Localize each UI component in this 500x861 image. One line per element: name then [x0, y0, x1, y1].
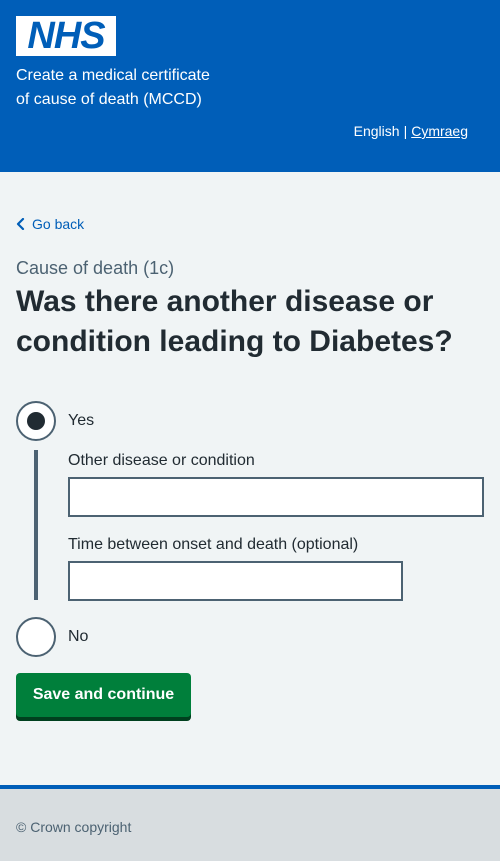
- radio-no-label[interactable]: No: [68, 625, 88, 649]
- save-and-continue-button[interactable]: Save and continue: [16, 673, 191, 717]
- nhs-logo[interactable]: NHS: [16, 16, 116, 56]
- radio-no-input[interactable]: [16, 617, 56, 657]
- language-separator: |: [403, 123, 408, 139]
- radio-no[interactable]: No: [16, 617, 88, 657]
- language-link-cymraeg[interactable]: Cymraeg: [411, 123, 468, 139]
- other-disease-label: Other disease or condition: [68, 452, 255, 469]
- back-link-label: Go back: [32, 216, 85, 232]
- other-disease-input[interactable]: [68, 477, 484, 517]
- site-header: NHS Create a medical certificate of caus…: [0, 0, 500, 172]
- page-caption: Cause of death (1c): [16, 258, 175, 278]
- back-link[interactable]: Go back: [16, 214, 84, 234]
- radio-yes-input[interactable]: [16, 401, 56, 441]
- radio-yes-label[interactable]: Yes: [68, 409, 94, 433]
- page: NHS Create a medical certificate of caus…: [0, 0, 500, 861]
- service-name-line-1: Create a medical certificate: [16, 67, 210, 84]
- radio-yes[interactable]: Yes: [16, 401, 94, 441]
- time-onset-input[interactable]: [68, 561, 403, 601]
- time-onset-label: Time between onset and death (optional): [68, 536, 359, 553]
- language-switcher: English | Cymraeg: [354, 121, 468, 141]
- copyright-text: © Crown copyright: [16, 819, 132, 835]
- site-footer: © Crown copyright: [0, 785, 500, 861]
- page-title: Was there another disease or condition l…: [16, 285, 453, 358]
- service-name-line-2: of cause of death (MCCD): [16, 91, 202, 108]
- conditional-reveal-bar: [34, 450, 38, 600]
- chevron-left-icon: [16, 214, 32, 234]
- nhs-logo-text: NHS: [27, 15, 105, 57]
- language-current: English: [353, 123, 400, 139]
- service-name[interactable]: Create a medical certificate of cause of…: [16, 64, 276, 112]
